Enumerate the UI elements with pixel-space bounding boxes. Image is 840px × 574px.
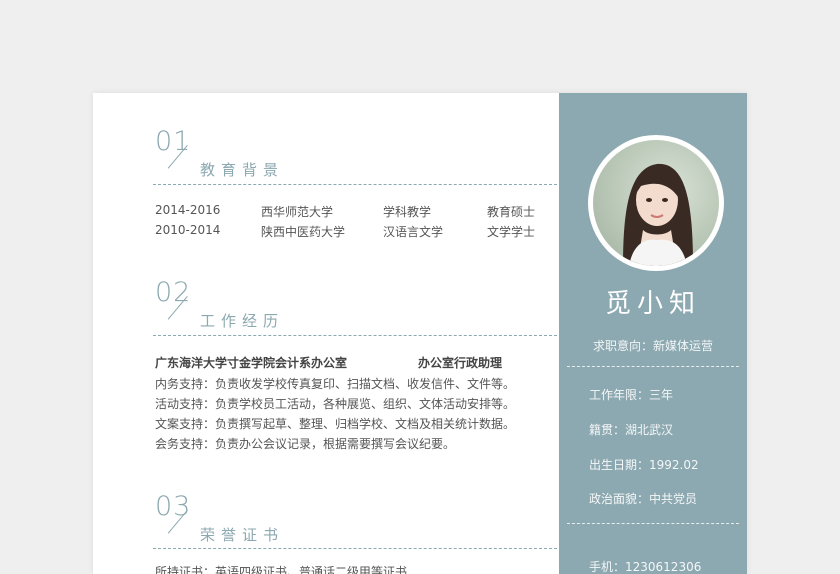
- work-duty: 内务支持：负责收发学校传真复印、扫描文档、收发信件、文件等。: [155, 377, 516, 391]
- work-duty: 文案支持：负责撰写起草、整理、归档学校、文档及相关统计数据。: [155, 417, 516, 431]
- resume-paper: 01 教育背景 2014-2016 西华师范大学 学科教学 教育硕士 2010-…: [93, 93, 747, 574]
- education-school: 西华师范大学: [261, 205, 334, 219]
- honors-divider: [153, 548, 557, 549]
- work-divider: [153, 335, 557, 336]
- education-period: 2010-2014: [155, 223, 221, 237]
- work-position: 办公室行政助理: [418, 356, 503, 370]
- sidebar-divider: [567, 366, 739, 367]
- education-title: 教育背景: [200, 161, 285, 179]
- work-company: 广东海洋大学寸金学院会计系办公室: [155, 356, 348, 370]
- work-number: 02: [155, 277, 192, 308]
- honors-certificates: 所持证书：英语四级证书、普通话二级甲等证书: [155, 565, 408, 574]
- education-number: 01: [155, 126, 192, 157]
- sidebar-divider: [567, 523, 739, 524]
- avatar: [593, 140, 719, 266]
- honors-number: 03: [155, 491, 192, 522]
- resume-main-column: 01 教育背景 2014-2016 西华师范大学 学科教学 教育硕士 2010-…: [93, 93, 559, 574]
- work-duty: 会务支持：负责办公会议记录，根据需要撰写会议纪要。: [155, 437, 456, 451]
- education-degree: 教育硕士: [487, 205, 536, 219]
- job-intent: 求职意向：新媒体运营: [592, 339, 713, 353]
- education-major: 学科教学: [383, 205, 432, 219]
- work-title: 工作经历: [200, 312, 285, 330]
- work-duty: 活动支持：负责学校员工活动，各种展览、组织、文体活动安排等。: [155, 397, 516, 411]
- honors-title: 荣誉证书: [200, 526, 285, 544]
- candidate-name: 觅小知: [604, 289, 701, 319]
- education-degree: 文学学士: [487, 225, 536, 239]
- phone-number: 手机：1230612306: [589, 560, 702, 574]
- avatar-illustration: [623, 163, 693, 266]
- education-major: 汉语言文学: [383, 225, 444, 239]
- education-divider: [153, 184, 557, 185]
- political-status: 政治面貌：中共党员: [589, 492, 698, 506]
- resume-sidebar: 觅小知 求职意向：新媒体运营 工作年限：三年 籍贯：湖北武汉 出生日期：1992…: [559, 93, 747, 574]
- birth-date: 出生日期：1992.02: [589, 458, 699, 472]
- education-school: 陕西中医药大学: [261, 225, 346, 239]
- hometown: 籍贯：湖北武汉: [589, 423, 674, 437]
- work-years: 工作年限：三年: [589, 388, 674, 402]
- education-period: 2014-2016: [155, 203, 221, 217]
- avatar-frame: [588, 135, 724, 271]
